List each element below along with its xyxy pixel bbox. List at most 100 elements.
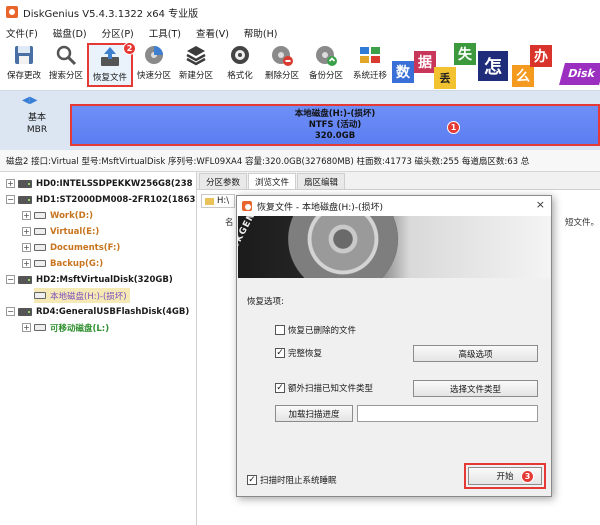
menu-file[interactable]: 文件(F)	[6, 26, 38, 40]
tree-item-hd2[interactable]: − HD2:MsftVirtualDisk(320GB)	[6, 272, 173, 287]
menu-tools[interactable]: 工具(T)	[149, 26, 181, 40]
recover-deleted-checkbox[interactable]	[275, 325, 285, 335]
partition-icon	[34, 228, 46, 235]
tree-item-backup[interactable]: + Backup(G:)	[22, 256, 103, 271]
select-file-types-button[interactable]: 选择文件类型	[413, 380, 538, 397]
hard-disk-icon	[18, 195, 32, 204]
hard-disk-platter-image	[288, 216, 398, 278]
ad-brand-text: Disk	[559, 63, 600, 85]
load-scan-progress-button[interactable]: 加载扫描进度	[275, 405, 353, 422]
new-partition-icon	[186, 46, 206, 66]
recover-deleted-label: 恢复已删除的文件	[288, 326, 357, 336]
expand-icon[interactable]: +	[22, 259, 31, 268]
collapse-icon[interactable]: −	[6, 195, 15, 204]
tree-item-hd0[interactable]: + HD0:INTELSSDPEKKW256G8(238	[6, 176, 193, 191]
hard-disk-icon	[18, 179, 32, 188]
expand-icon[interactable]: +	[22, 211, 31, 220]
partition-filesystem: NTFS (活动)	[308, 119, 362, 130]
scan-progress-path-input[interactable]	[357, 405, 538, 422]
extra-scan-checkbox[interactable]: ✓	[275, 383, 285, 393]
disk-info-line: 磁盘2 接口:Virtual 型号:MsftVirtualDisk 序列号:WF…	[0, 150, 600, 172]
partition-block-h[interactable]: 本地磁盘(H:)-(损坏) NTFS (活动) 320.0GB 1	[70, 104, 600, 146]
ad-char-5: 怎	[478, 51, 508, 81]
full-recovery-label: 完整恢复	[288, 349, 323, 359]
column-short-name-header[interactable]: 短文件。	[565, 216, 599, 228]
menu-help[interactable]: 帮助(H)	[244, 26, 278, 40]
quick-partition-button[interactable]: 快速分区	[134, 43, 174, 87]
tree-item-work[interactable]: + Work(D:)	[22, 208, 93, 223]
tree-item-removable-l[interactable]: + 可移动磁盘(L:)	[22, 320, 109, 335]
dialog-title: 恢复文件 - 本地磁盘(H:)-(损坏)	[257, 202, 384, 213]
column-name-header[interactable]: 名	[225, 216, 234, 228]
ad-char-1: 数	[392, 61, 414, 83]
disk-nav-arrows[interactable]: ◀▶	[22, 95, 37, 106]
format-button[interactable]: 格式化	[222, 43, 258, 87]
ad-char-6: 么	[512, 65, 534, 87]
partition-icon	[34, 260, 46, 267]
prevent-sleep-checkbox[interactable]: ✓	[247, 475, 257, 485]
format-icon	[231, 46, 249, 64]
disk-type-label: 基本 MBR	[26, 113, 48, 135]
backup-partition-button[interactable]: 备份分区	[306, 43, 346, 87]
ad-char-2: 据	[414, 51, 436, 73]
system-migration-button[interactable]: 系统迁移	[350, 43, 390, 87]
diskgenius-logo-icon	[6, 6, 18, 18]
step-2-badge: 2	[123, 42, 136, 55]
tree-item-virtual[interactable]: + Virtual(E:)	[22, 224, 99, 239]
expand-icon[interactable]: +	[22, 323, 31, 332]
advanced-options-button[interactable]: 高级选项	[413, 345, 538, 362]
extra-scan-label: 额外扫描已知文件类型	[288, 384, 374, 394]
recover-files-icon	[101, 47, 119, 66]
menu-disk[interactable]: 磁盘(D)	[53, 26, 87, 40]
tab-partition-params[interactable]: 分区参数	[199, 173, 248, 189]
step-1-badge: 1	[447, 121, 460, 134]
dialog-title-bar: 恢复文件 - 本地磁盘(H:)-(损坏) ×	[237, 196, 551, 216]
menu-partition[interactable]: 分区(P)	[102, 26, 134, 40]
system-migration-icon	[360, 47, 380, 63]
delete-partition-icon	[272, 46, 293, 66]
close-icon[interactable]: ×	[536, 198, 545, 211]
step-3-badge: 3	[521, 470, 534, 483]
search-icon	[56, 45, 77, 66]
right-tabs: 分区参数 浏览文件 扇区编辑	[197, 172, 600, 190]
usb-disk-icon	[18, 307, 32, 316]
tab-sector-edit[interactable]: 扇区编辑	[297, 173, 346, 189]
tree-item-hd1[interactable]: − HD1:ST2000DM008-2FR102(1863	[6, 192, 195, 207]
collapse-icon[interactable]: −	[6, 275, 15, 284]
partition-icon	[34, 292, 46, 299]
path-box[interactable]: H:\	[201, 194, 235, 208]
ad-char-3: 丢	[434, 67, 456, 89]
dialog-banner: DISKGENIUS	[238, 216, 550, 278]
save-changes-button[interactable]: 保存更改	[4, 43, 44, 87]
full-recovery-checkbox[interactable]: ✓	[275, 348, 285, 358]
menu-bar: 文件(F) 磁盘(D) 分区(P) 工具(T) 查看(V) 帮助(H)	[0, 24, 600, 41]
ad-char-4: 失	[454, 43, 476, 65]
partition-icon	[34, 244, 46, 251]
title-bar: DiskGenius V5.4.3.1322 x64 专业版	[0, 0, 600, 24]
prevent-sleep-label: 扫描时阻止系统睡眠	[260, 476, 337, 486]
hard-disk-icon	[18, 275, 32, 284]
partition-name: 本地磁盘(H:)-(损坏)	[294, 108, 376, 119]
recover-files-dialog: 恢复文件 - 本地磁盘(H:)-(损坏) × DISKGENIUS 恢复选项: …	[236, 195, 552, 497]
menu-view[interactable]: 查看(V)	[196, 26, 229, 40]
tree-item-rd4[interactable]: − RD4:GeneralUSBFlashDisk(4GB)	[6, 304, 189, 319]
expand-icon[interactable]: +	[22, 243, 31, 252]
quick-partition-icon	[145, 46, 163, 64]
ad-char-7: 办	[530, 45, 552, 67]
partition-icon	[34, 324, 46, 331]
partition-icon	[34, 212, 46, 219]
expand-icon[interactable]: +	[6, 179, 15, 188]
new-partition-button[interactable]: 新建分区	[176, 43, 216, 87]
ad-banner[interactable]: 数 据 丢 失 怎 么 办 Disk	[392, 41, 600, 91]
expand-icon[interactable]: +	[22, 227, 31, 236]
tab-browse-files[interactable]: 浏览文件	[248, 173, 297, 189]
search-partition-button[interactable]: 搜索分区	[46, 43, 86, 87]
folder-icon	[205, 197, 214, 205]
tree-item-documents[interactable]: + Documents(F:)	[22, 240, 120, 255]
collapse-icon[interactable]: −	[6, 307, 15, 316]
disk-tree: + HD0:INTELSSDPEKKW256G8(238 − HD1:ST200…	[0, 172, 197, 525]
save-icon	[15, 46, 33, 64]
backup-partition-icon	[316, 46, 337, 66]
delete-partition-button[interactable]: 删除分区	[262, 43, 302, 87]
tree-item-local-disk-h[interactable]: 本地磁盘(H:)-(损坏)	[34, 288, 130, 303]
